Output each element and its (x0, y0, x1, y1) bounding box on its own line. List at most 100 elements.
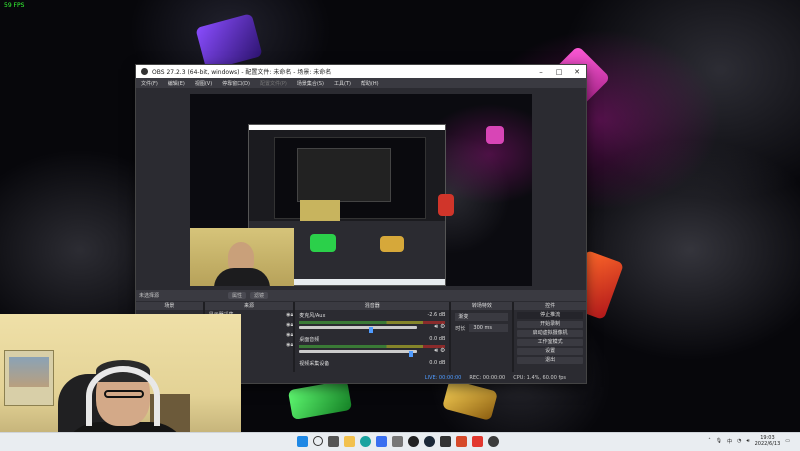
webcam-shirt (214, 268, 270, 286)
menu-profile[interactable]: 配置文件(P) (255, 80, 292, 87)
preview-gem-pink (486, 126, 504, 144)
close-button[interactable]: ✕ (568, 68, 586, 76)
notification-icon[interactable]: ▭ (785, 438, 790, 444)
controls-dock: 控件 停止推流 开始录制 启动虚拟摄像机 工作室模式 设置 退出 (514, 302, 586, 372)
track-name: 麦克风/Aux (299, 313, 326, 319)
mixer-track: 麦克风/Aux -2.6 dB 🔊︎ ⚙ (299, 312, 446, 333)
duration-row: 时长 300 ms (455, 324, 509, 332)
track-name: 桌面音频 (299, 337, 320, 343)
track-db: 0.0 dB (429, 336, 446, 342)
properties-button[interactable]: 属性 (228, 292, 247, 299)
no-source-selected-label: 未选择源 (139, 293, 160, 299)
obs-icon[interactable] (408, 436, 419, 447)
store-icon[interactable] (376, 436, 387, 447)
wallpaper-gem-purple (195, 13, 263, 71)
audio-mixer-dock: 混音器 麦克风/Aux -2.6 dB 🔊︎ ⚙ 桌面音频 0.0 dB 🔊︎ … (295, 302, 452, 372)
preview-area (136, 88, 586, 290)
menu-bar: 文件(F) 编辑(E) 视图(V) 停靠窗口(D) 配置文件(P) 场景集合(S… (136, 78, 586, 88)
filters-button[interactable]: 滤镜 (250, 292, 269, 299)
nested-inner-window (297, 148, 391, 202)
controls-dock-title: 控件 (514, 302, 586, 310)
volume-slider-knob[interactable] (369, 327, 374, 333)
transition-selected: 渐变 (458, 314, 469, 320)
exit-button[interactable]: 退出 (517, 357, 583, 364)
windows-taskbar: ˄ 🎙︎ 中 ◔ 🔊︎ 19:03 2022/6/13 ▭ (0, 432, 800, 451)
speaker-icon[interactable]: 🔊︎ (746, 438, 749, 444)
start-recording-button[interactable]: 开始录制 (517, 321, 583, 328)
task-view-icon[interactable] (328, 436, 339, 447)
system-tray: ˄ 🎙︎ 中 ◔ 🔊︎ 19:03 2022/6/13 ▭ (708, 435, 790, 447)
search-icon[interactable] (313, 436, 323, 446)
program-preview[interactable] (190, 94, 532, 286)
transitions-dock-title: 转场特效 (451, 302, 513, 310)
window-title: OBS 27.2.3 (64-bit, windows) - 配置文件: 未命名… (152, 69, 332, 76)
clock[interactable]: 19:03 2022/6/13 (755, 435, 781, 447)
volume-meter (299, 345, 446, 348)
speaker-icon[interactable]: 🔊︎ ⚙ (434, 323, 445, 331)
maximize-button[interactable]: □ (550, 68, 568, 76)
lock-icon[interactable]: 🔒︎ (291, 330, 294, 340)
nested-title-bar (249, 125, 445, 130)
duration-label: 时长 (455, 325, 466, 332)
speaker-icon[interactable]: 🔊︎ ⚙ (434, 347, 445, 355)
track-db: -2.6 dB (427, 312, 446, 318)
webcam-overlay (0, 314, 241, 450)
wifi-icon[interactable]: ◔ (737, 438, 741, 444)
wall-poster (4, 350, 54, 406)
menu-view[interactable]: 视图(V) (190, 80, 217, 87)
settings-button[interactable]: 设置 (517, 348, 583, 355)
source-toolbar: 未选择源 属性 滤镜 (136, 290, 586, 301)
sources-dock-title: 来源 (204, 302, 294, 310)
virtual-camera-button[interactable]: 启动虚拟摄像机 (517, 330, 583, 337)
settings-gear-icon[interactable] (392, 436, 403, 447)
preview-gem-red (438, 194, 454, 216)
nested-preview (274, 137, 426, 228)
clock-date: 2022/6/13 (754, 441, 781, 447)
media-app-icon[interactable] (488, 436, 499, 447)
scene-transitions-dock: 转场特效 渐变 时长 300 ms (451, 302, 515, 372)
scenes-dock-title: 场景 (136, 302, 203, 310)
stop-streaming-button[interactable]: 停止推流 (517, 312, 583, 319)
volume-slider[interactable] (299, 350, 418, 353)
obs-logo-icon (141, 68, 148, 75)
preview-gem-gold (380, 236, 404, 252)
transition-select[interactable]: 渐变 (455, 313, 509, 321)
start-windows-icon[interactable] (297, 436, 308, 447)
steam-icon[interactable] (424, 436, 435, 447)
menu-edit[interactable]: 编辑(E) (163, 80, 190, 87)
camera-app-icon[interactable] (440, 436, 451, 447)
track-name: 视频采集设备 (299, 361, 330, 367)
cpu-fps: CPU: 1.4%, 60.00 fps (513, 374, 566, 381)
wallpaper-gem-green (287, 380, 353, 420)
menu-help[interactable]: 帮助(H) (356, 80, 384, 87)
title-bar[interactable]: OBS 27.2.3 (64-bit, windows) - 配置文件: 未命名… (136, 65, 586, 78)
lock-icon[interactable]: 🔒︎ (291, 320, 294, 330)
poster-image (9, 357, 49, 387)
file-explorer-icon[interactable] (344, 436, 355, 447)
studio-mode-button[interactable]: 工作室模式 (517, 339, 583, 346)
minimize-button[interactable]: – (532, 68, 550, 76)
volume-meter (299, 321, 446, 324)
fps-counter: 59 FPS (4, 2, 25, 9)
game-launcher-icon[interactable] (472, 436, 483, 447)
mixer-track: 桌面音频 0.0 dB 🔊︎ ⚙ (299, 336, 446, 357)
menu-docks[interactable]: 停靠窗口(D) (217, 80, 255, 87)
menu-file[interactable]: 文件(F) (136, 80, 163, 87)
wallpaper-gem-gold (441, 379, 499, 421)
taskbar-apps (297, 436, 499, 447)
language-indicator[interactable]: 中 (727, 438, 732, 445)
lock-icon[interactable]: 🔒︎ (291, 310, 294, 320)
chevron-up-icon[interactable]: ˄ (708, 438, 711, 444)
preview-webcam-source[interactable] (190, 228, 294, 286)
game-app-icon[interactable] (456, 436, 467, 447)
microphone-icon[interactable]: 🎙︎ (716, 438, 722, 444)
menu-scene-collection[interactable]: 场景集合(S) (292, 80, 329, 87)
edge-browser-icon[interactable] (360, 436, 371, 447)
glasses (104, 390, 144, 398)
rec-timer: REC: 00:00:00 (469, 374, 506, 381)
volume-slider[interactable] (299, 326, 418, 329)
menu-tools[interactable]: 工具(T) (329, 80, 356, 87)
lock-icon[interactable]: 🔒︎ (291, 340, 294, 350)
volume-slider-knob[interactable] (409, 351, 414, 357)
duration-input[interactable]: 300 ms (469, 324, 509, 332)
